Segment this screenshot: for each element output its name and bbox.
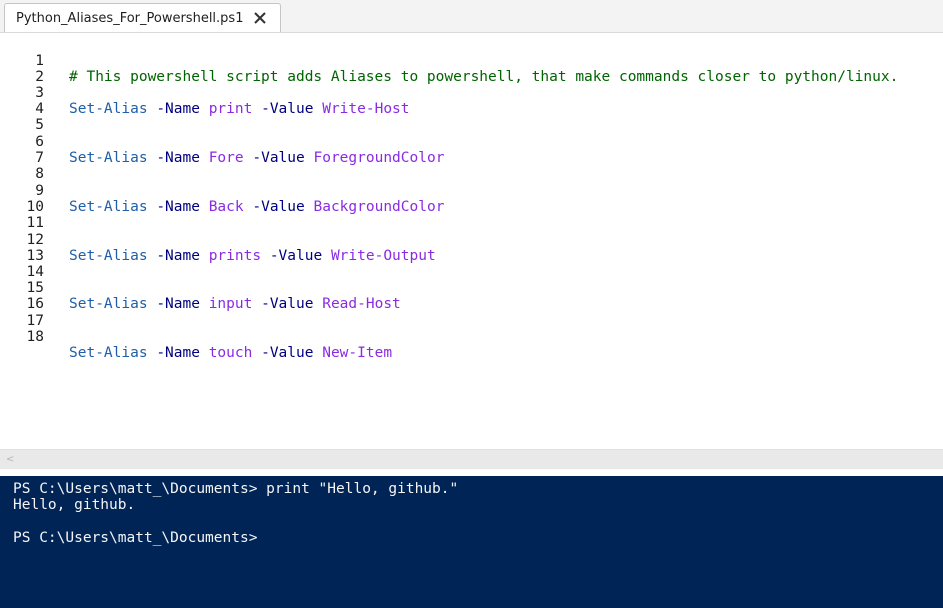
code-line: 8 [0, 150, 44, 182]
code-parameter: -Value [261, 101, 314, 117]
code-parameter: -Value [261, 296, 314, 312]
code-parameter: -Name [156, 101, 200, 117]
pane-splitter[interactable] [0, 469, 943, 476]
code-parameter: -Name [156, 150, 200, 166]
tab-script-file[interactable]: Python_Aliases_For_Powershell.ps1 [4, 3, 281, 32]
code-argument: Fore [208, 150, 244, 166]
code-parameter: -Name [156, 199, 200, 215]
code-line: 2 [0, 53, 44, 85]
code-line: 10 [0, 183, 44, 215]
code-command: Set-Alias [69, 296, 148, 312]
console-line: PS C:\Users\matt_\Documents> print "Hell… [13, 481, 459, 497]
code-line: 12 Set-Alias -Name prints -Value Write-O… [0, 216, 436, 264]
code-argument: Write-Host [322, 101, 410, 117]
line-number: 18 [26, 329, 44, 345]
code-command: Set-Alias [69, 150, 148, 166]
script-editor[interactable]: 1 # This powershell script adds Aliases … [0, 33, 943, 449]
tab-title: Python_Aliases_For_Powershell.ps1 [16, 10, 244, 26]
console-pane[interactable]: PS C:\Users\matt_\Documents> print "Hell… [0, 476, 943, 608]
code-line: 6 Set-Alias -Name Fore -Value Foreground… [0, 118, 444, 166]
code-parameter: -Name [156, 296, 200, 312]
code-command: Set-Alias [69, 248, 148, 264]
code-line: 11 [0, 199, 44, 231]
code-line: 15 Set-Alias -Name input -Value Read-Hos… [0, 264, 401, 312]
code-line: 13 [0, 232, 44, 264]
code-argument: prints [208, 248, 262, 264]
code-line: 17 [0, 297, 44, 329]
code-line: 3 Set-Alias -Name print -Value Write-Hos… [0, 69, 409, 117]
code-line: 7 [0, 134, 44, 166]
code-parameter: -Value [261, 345, 314, 361]
code-line: 18 Set-Alias -Name touch -Value New-Item [0, 313, 393, 361]
code-command: Set-Alias [69, 345, 148, 361]
code-line: 4 [0, 85, 44, 117]
code-argument: BackgroundColor [313, 199, 445, 215]
code-parameter: -Value [269, 248, 323, 264]
code-comment: # This powershell script adds Aliases to… [69, 69, 899, 85]
code-argument: input [208, 296, 253, 312]
code-parameter: -Name [156, 248, 200, 264]
tab-strip: Python_Aliases_For_Powershell.ps1 [0, 0, 943, 33]
console-line: Hello, github. [13, 497, 136, 513]
scroll-left-arrow-icon[interactable]: < [6, 455, 14, 465]
code-argument: Read-Host [322, 296, 401, 312]
code-argument: print [208, 101, 253, 117]
code-parameter: -Name [156, 345, 200, 361]
code-line: 5 [0, 101, 44, 133]
close-icon[interactable] [253, 11, 267, 25]
code-line: 16 [0, 280, 44, 312]
code-argument: ForegroundColor [313, 150, 445, 166]
code-line: 9 Set-Alias -Name Back -Value Background… [0, 167, 444, 215]
code-argument: New-Item [322, 345, 393, 361]
code-argument: touch [208, 345, 253, 361]
code-line: 1 # This powershell script adds Aliases … [0, 37, 898, 85]
code-parameter: -Value [252, 199, 305, 215]
code-argument: Write-Output [330, 248, 436, 264]
code-argument: Back [208, 199, 244, 215]
console-prompt[interactable]: PS C:\Users\matt_\Documents> [13, 530, 257, 546]
code-parameter: -Value [252, 150, 305, 166]
code-line: 14 [0, 248, 44, 280]
code-command: Set-Alias [69, 199, 148, 215]
horizontal-scrollbar[interactable]: < [0, 449, 943, 469]
code-command: Set-Alias [69, 101, 148, 117]
